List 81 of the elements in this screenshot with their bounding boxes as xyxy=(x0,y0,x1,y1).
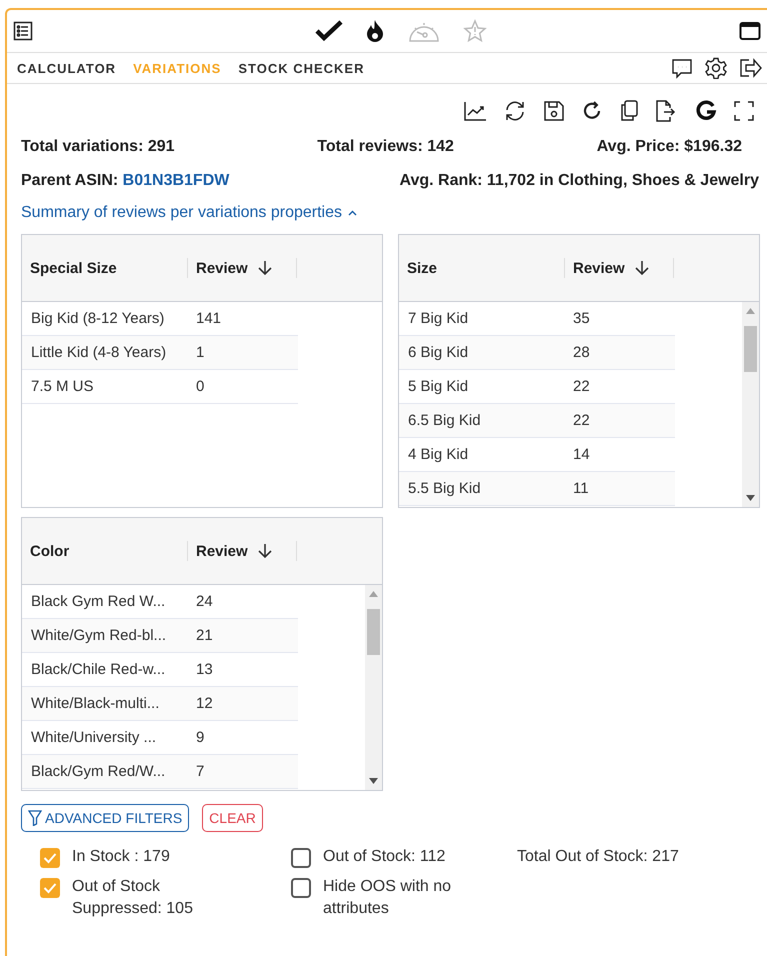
checkbox-label: Out of Stock: 112 xyxy=(323,847,446,867)
table-cell-text: 7 xyxy=(195,763,206,780)
g-logo-icon[interactable] xyxy=(695,100,717,122)
settings-icon[interactable] xyxy=(705,57,727,79)
total-out-of-stock: Total Out of Stock: 217 xyxy=(517,847,680,867)
scroll-down-icon[interactable] xyxy=(746,495,755,501)
table-cell-text: 4 Big Kid xyxy=(407,446,470,463)
scroll-down-icon[interactable] xyxy=(369,778,378,784)
table-cell-text: 1 xyxy=(195,344,206,361)
checkbox[interactable] xyxy=(40,848,60,868)
parent-asin-label: Parent ASIN: xyxy=(21,172,120,189)
table-cell-text: 11 xyxy=(572,480,590,497)
column-header[interactable]: Review xyxy=(573,260,625,276)
checkbox-label: In Stock : 179 xyxy=(72,847,171,867)
checkbox[interactable] xyxy=(40,878,60,898)
sort-arrow-icon[interactable] xyxy=(634,260,649,276)
table-cell-text: 21 xyxy=(195,627,214,644)
checkbox[interactable] xyxy=(291,848,311,868)
column-header[interactable]: Review xyxy=(196,542,248,560)
column-header[interactable]: Special Size xyxy=(30,260,117,276)
table-cell-text: Little Kid (4-8 Years) xyxy=(30,344,168,361)
checkmark-icon[interactable] xyxy=(315,20,343,42)
table-cell-text: White/University ... xyxy=(30,729,158,746)
chart-icon[interactable] xyxy=(463,100,487,122)
table-cell-text: 7.5 M US xyxy=(30,378,95,395)
comment-icon[interactable] xyxy=(671,57,693,79)
chevron-icon xyxy=(348,210,358,216)
list-icon[interactable] xyxy=(13,21,33,41)
table-cell-text: 12 xyxy=(195,695,214,712)
clear-button[interactable]: CLEAR xyxy=(202,804,263,832)
column-header[interactable]: Review xyxy=(196,260,248,276)
table-cell-text: 28 xyxy=(572,344,591,361)
summary-toggle[interactable]: Summary of reviews per variations properties xyxy=(21,204,358,222)
table-cell-text: 35 xyxy=(572,310,591,327)
save-icon[interactable] xyxy=(543,100,565,122)
table-cell-text: 9 xyxy=(195,729,206,746)
table-cell-text: 24 xyxy=(195,593,214,610)
table-cell-text: White/Black-multi... xyxy=(30,695,160,712)
checkbox[interactable] xyxy=(291,878,311,898)
table-cell-text: 5 Big Kid xyxy=(407,378,470,395)
table-cell-text: White/Gym Red-bl... xyxy=(30,627,168,644)
checkbox-label: Hide OOS with no attributes xyxy=(323,877,452,919)
column-header[interactable]: Size xyxy=(407,260,438,276)
scroll-thumb[interactable] xyxy=(367,609,380,655)
copy-icon[interactable] xyxy=(619,100,639,122)
table-cell-text: 22 xyxy=(572,378,591,395)
table-cell-text: 13 xyxy=(195,661,214,678)
table-cell-text: 22 xyxy=(572,412,591,429)
filter-icon xyxy=(28,810,42,826)
table-cell-text: 0 xyxy=(195,378,206,395)
table-cell-text: 14 xyxy=(572,446,591,463)
table-cell-text: 6 Big Kid xyxy=(407,344,470,361)
total-variations: Total variations: 291 xyxy=(21,138,175,156)
scroll-thumb[interactable] xyxy=(744,326,757,372)
tab[interactable]: STOCK CHECKER xyxy=(238,60,364,76)
star-icon[interactable] xyxy=(463,19,487,43)
advanced-filters-button[interactable]: ADVANCED FILTERS xyxy=(21,804,190,832)
table-cell-text: Black Gym Red W... xyxy=(30,593,166,610)
table-cell-text: 5.5 Big Kid xyxy=(407,480,482,497)
sort-arrow-icon[interactable] xyxy=(258,260,272,276)
logout-icon[interactable] xyxy=(739,57,763,79)
sort-arrow-icon[interactable] xyxy=(258,543,272,559)
scrollbar[interactable] xyxy=(365,585,382,790)
table-cell-text: 6.5 Big Kid xyxy=(407,412,482,429)
reload-icon[interactable] xyxy=(581,100,603,122)
column-header[interactable]: Color xyxy=(30,542,70,560)
window-icon[interactable] xyxy=(739,21,761,41)
avg-rank: Avg. Rank: 11,702 in Clothing, Shoes & Jewelry xyxy=(399,172,759,190)
scrollbar[interactable] xyxy=(742,302,759,507)
checkbox-label: Out of Stock Suppressed: 105 xyxy=(72,877,194,919)
fullscreen-icon[interactable] xyxy=(733,100,755,122)
table-cell-text: Big Kid (8-12 Years) xyxy=(30,310,166,327)
table-cell-text: 7 Big Kid xyxy=(407,310,470,327)
asin-link[interactable]: B01N3B1FDW xyxy=(122,172,230,189)
table-cell-text: Black/Gym Red/W... xyxy=(30,763,166,780)
flame-icon[interactable] xyxy=(365,19,385,43)
total-reviews: Total reviews: 142 xyxy=(317,138,454,156)
avg-price: Avg. Price: $196.32 xyxy=(596,138,742,156)
tab[interactable]: CALCULATOR xyxy=(17,60,116,76)
table-cell-text: Black/Chile Red-w... xyxy=(30,661,166,678)
table-cell-text: 141 xyxy=(195,310,222,327)
